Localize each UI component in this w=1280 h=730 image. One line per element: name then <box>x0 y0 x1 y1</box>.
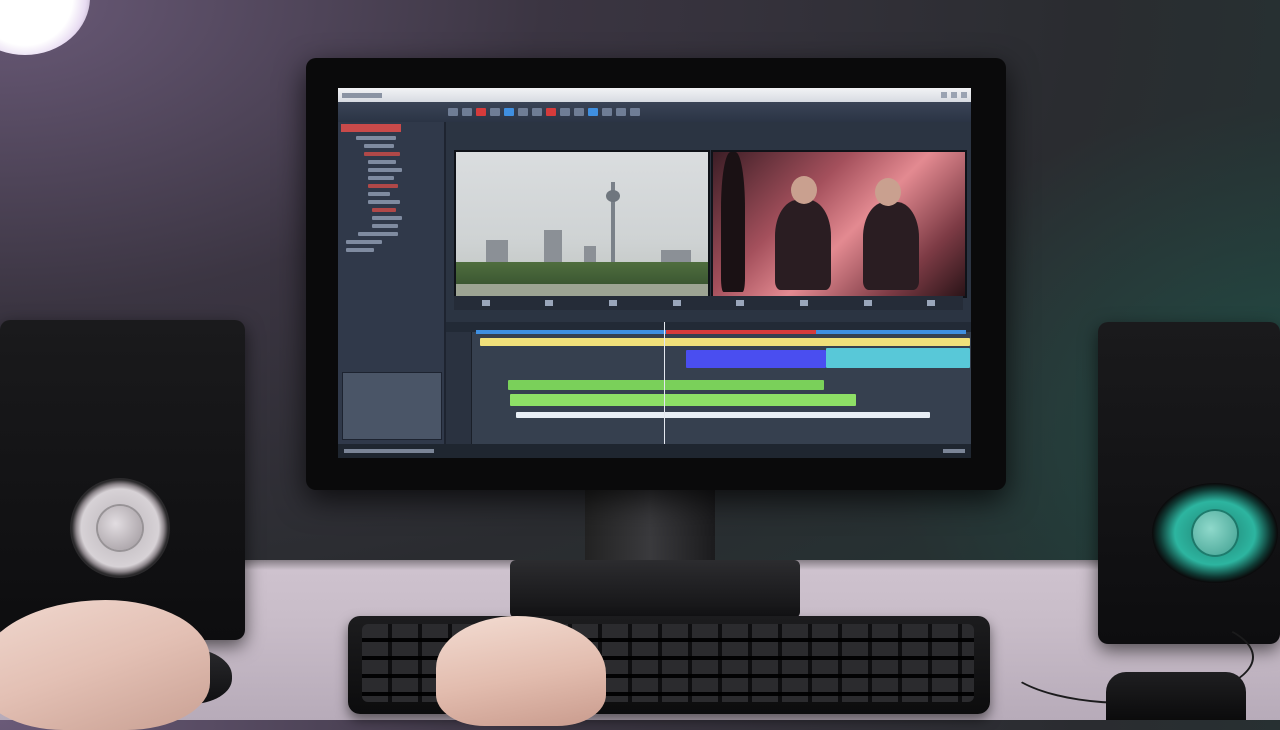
monitor-stand-base <box>510 560 800 618</box>
timeline-clip[interactable] <box>686 350 826 368</box>
project-panel <box>338 122 446 444</box>
editor-titlebar <box>338 88 971 102</box>
program-frame-background <box>713 152 965 296</box>
left-hand <box>0 600 210 730</box>
toolbar-button[interactable] <box>560 108 570 116</box>
project-tree-item[interactable] <box>368 184 398 188</box>
playback-controls <box>454 296 963 310</box>
timeline-panel[interactable] <box>446 322 971 444</box>
timeline-playhead[interactable] <box>664 322 665 444</box>
timeline-clip[interactable] <box>508 380 824 390</box>
minimize-icon[interactable] <box>941 92 947 98</box>
monitor-screen <box>338 88 971 458</box>
play-icon[interactable] <box>863 300 872 306</box>
program-frame-person <box>863 202 919 290</box>
record-button[interactable] <box>476 108 486 116</box>
speaker-left-woofer <box>70 478 170 578</box>
toolbar-button[interactable] <box>490 108 500 116</box>
toolbar-button[interactable] <box>518 108 528 116</box>
source-monitor[interactable] <box>454 150 710 298</box>
desk-device <box>1106 672 1246 720</box>
editor-toolbar <box>338 102 971 122</box>
toolbar-button[interactable] <box>462 108 472 116</box>
project-tree-item[interactable] <box>346 248 374 252</box>
window-controls <box>941 92 967 98</box>
program-frame-person-head <box>791 176 817 204</box>
properties-panel[interactable] <box>342 372 442 440</box>
toolbar-button[interactable] <box>574 108 584 116</box>
maximize-icon[interactable] <box>951 92 957 98</box>
project-tree-item[interactable] <box>358 232 398 236</box>
play-icon[interactable] <box>609 300 618 306</box>
rewind-icon[interactable] <box>799 300 808 306</box>
step-back-icon[interactable] <box>545 300 554 306</box>
project-tree-item[interactable] <box>372 216 402 220</box>
toolbar-button[interactable] <box>602 108 612 116</box>
close-icon[interactable] <box>961 92 967 98</box>
track-headers <box>446 332 472 444</box>
project-tree-item[interactable] <box>356 136 396 140</box>
app-logo-icon <box>342 92 382 98</box>
speaker-left-dust-cap <box>98 506 142 550</box>
toolbar-button[interactable] <box>504 108 514 116</box>
project-tree-item[interactable] <box>372 208 396 212</box>
timeline-marker-bar <box>666 330 816 334</box>
project-tree-item[interactable] <box>368 192 390 196</box>
project-panel-header <box>341 124 401 132</box>
status-bar <box>338 444 971 458</box>
project-tree-item[interactable] <box>368 160 396 164</box>
source-frame-tower-top <box>606 190 620 202</box>
timeline-clip[interactable] <box>826 348 970 368</box>
toolbar-button[interactable] <box>532 108 542 116</box>
toolbar-button[interactable] <box>588 108 598 116</box>
project-tree-item[interactable] <box>368 200 400 204</box>
timeline-marker-bar <box>476 330 666 334</box>
right-hand <box>436 616 606 726</box>
toolbar-button[interactable] <box>616 108 626 116</box>
status-right-icon <box>943 449 965 453</box>
toolbar-button[interactable] <box>630 108 640 116</box>
speaker-right-woofer <box>1152 483 1278 583</box>
timeline-clip[interactable] <box>516 412 930 418</box>
toolbar-button[interactable] <box>546 108 556 116</box>
timeline-clip[interactable] <box>510 394 856 406</box>
project-tree-item[interactable] <box>368 176 394 180</box>
source-frame-ground <box>456 284 708 296</box>
speaker-right-dust-cap <box>1193 511 1237 555</box>
step-forward-icon[interactable] <box>672 300 681 306</box>
project-tree-item[interactable] <box>364 152 400 156</box>
timeline-clip[interactable] <box>480 338 970 346</box>
toolbar-button[interactable] <box>448 108 458 116</box>
program-monitor[interactable] <box>711 150 967 298</box>
project-tree-item[interactable] <box>346 240 382 244</box>
timeline-marker-bar <box>816 330 966 334</box>
status-left-icon <box>344 449 434 453</box>
program-frame-foreground-figure <box>721 152 745 292</box>
project-tree-item[interactable] <box>372 224 398 228</box>
source-frame-trees <box>456 262 708 286</box>
fast-forward-icon[interactable] <box>736 300 745 306</box>
program-frame-person-head <box>875 178 901 206</box>
wall-lamp <box>0 0 90 55</box>
program-frame-person <box>775 200 831 290</box>
project-tree-item[interactable] <box>364 144 394 148</box>
fast-forward-icon[interactable] <box>927 300 936 306</box>
speaker-right <box>1098 322 1280 644</box>
rewind-icon[interactable] <box>481 300 490 306</box>
project-tree-item[interactable] <box>368 168 402 172</box>
